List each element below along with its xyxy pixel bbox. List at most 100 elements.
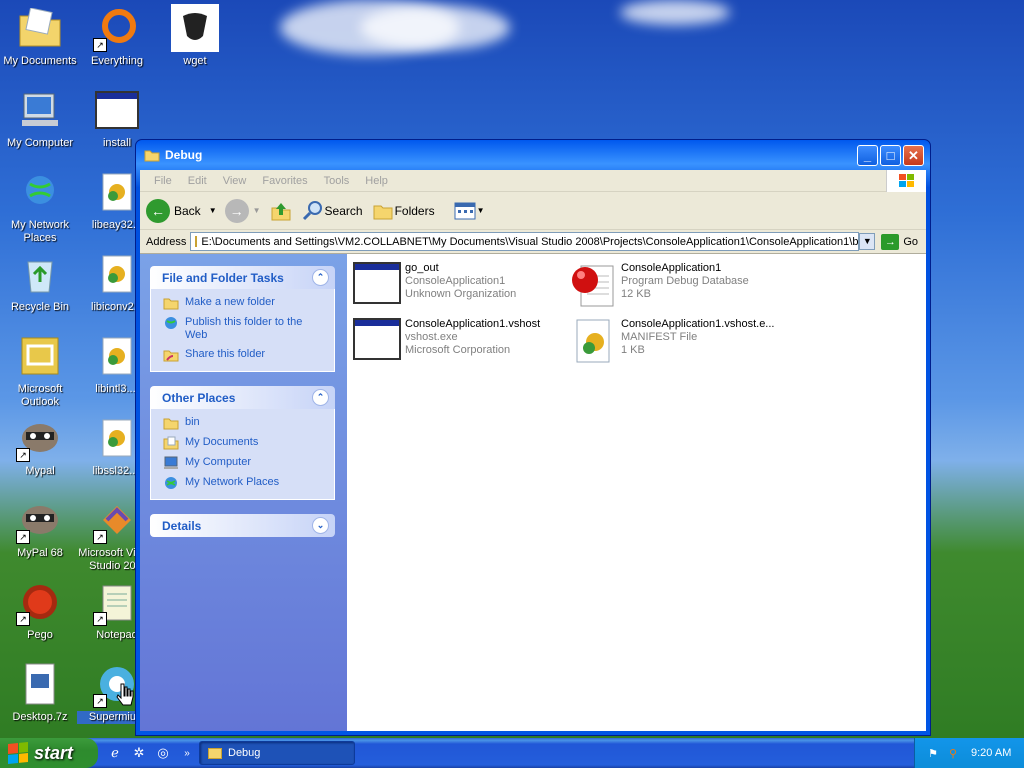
outlook-icon bbox=[16, 332, 64, 380]
more-chevron-icon[interactable]: » bbox=[178, 744, 196, 762]
menu-help[interactable]: Help bbox=[357, 175, 396, 187]
file-item-vshost-manifest[interactable]: ConsoleApplication1.vshost.e... MANIFEST… bbox=[569, 318, 789, 366]
browser-quicklaunch-icon[interactable]: ◎ bbox=[154, 744, 172, 762]
shortcut-arrow-icon: ↗ bbox=[93, 530, 107, 544]
close-button[interactable]: ✕ bbox=[903, 144, 924, 166]
desktop-icon-everything[interactable]: ↗ Everything bbox=[77, 4, 157, 68]
console-app-icon bbox=[353, 318, 401, 366]
pdb-icon bbox=[569, 262, 617, 310]
start-button[interactable]: start bbox=[0, 738, 98, 768]
raccoon-icon: ↗ bbox=[16, 414, 64, 462]
file-item-vshost[interactable]: ConsoleApplication1.vshost vshost.exe Mi… bbox=[353, 318, 573, 366]
search-icon bbox=[302, 200, 322, 220]
file-folder-tasks-panel: File and Folder Tasks ⌃ Make a new folde… bbox=[150, 266, 335, 372]
console-app-icon bbox=[353, 262, 401, 310]
forward-button[interactable]: → ▼ bbox=[224, 198, 261, 223]
search-button[interactable]: Search bbox=[301, 199, 363, 223]
taskbar: start ℯ ✲ ◎ » Debug ⚑ ⚲ 9:20 AM bbox=[0, 738, 1024, 768]
new-folder-icon bbox=[163, 296, 179, 310]
computer-icon bbox=[16, 86, 64, 134]
search-label: Search bbox=[324, 203, 363, 218]
dll-gear-icon bbox=[93, 168, 141, 216]
collapse-chevron-icon[interactable]: ⌃ bbox=[312, 389, 329, 406]
menu-edit[interactable]: Edit bbox=[180, 175, 215, 187]
views-icon bbox=[454, 202, 476, 219]
task-publish-to-web[interactable]: Publish this folder to the Web bbox=[163, 316, 324, 342]
wget-gnu-icon bbox=[171, 4, 219, 52]
hand-cursor-icon bbox=[116, 683, 134, 706]
desktop-icon-my-documents[interactable]: My Documents bbox=[0, 4, 80, 68]
menu-favorites[interactable]: Favorites bbox=[254, 175, 315, 187]
network-icon bbox=[163, 476, 179, 490]
minimize-button[interactable]: _ bbox=[857, 144, 878, 166]
go-button[interactable]: → Go bbox=[881, 233, 918, 250]
address-dropdown-button[interactable]: ▼ bbox=[859, 233, 876, 250]
file-item-consoleapplication1-pdb[interactable]: ConsoleApplication1 Program Debug Databa… bbox=[569, 262, 789, 310]
dll-gear-icon bbox=[93, 332, 141, 380]
back-dropdown-icon[interactable]: ▼ bbox=[209, 206, 217, 215]
folder-icon bbox=[144, 150, 160, 162]
other-places-header[interactable]: Other Places ⌃ bbox=[150, 386, 335, 409]
manifest-icon bbox=[569, 318, 617, 366]
up-folder-button[interactable] bbox=[269, 199, 293, 223]
expand-chevron-icon[interactable]: ⌄ bbox=[312, 517, 329, 534]
pego-red-ball-icon: ↗ bbox=[16, 578, 64, 626]
desktop-icon-my-computer[interactable]: My Computer bbox=[0, 86, 80, 150]
menu-file[interactable]: File bbox=[146, 175, 180, 187]
window-body: File and Folder Tasks ⌃ Make a new folde… bbox=[140, 254, 926, 731]
other-places-panel: Other Places ⌃ bin My Documents My Compu… bbox=[150, 386, 335, 500]
collapse-chevron-icon[interactable]: ⌃ bbox=[312, 269, 329, 286]
visual-studio-icon: ↗ bbox=[93, 496, 141, 544]
task-pane: File and Folder Tasks ⌃ Make a new folde… bbox=[140, 254, 347, 731]
task-share-folder[interactable]: Share this folder bbox=[163, 348, 324, 362]
task-make-new-folder[interactable]: Make a new folder bbox=[163, 296, 324, 310]
address-input[interactable]: E:\Documents and Settings\VM2.COLLABNET\… bbox=[190, 232, 860, 251]
go-label: Go bbox=[903, 235, 918, 248]
views-dropdown-icon: ▼ bbox=[476, 206, 485, 215]
maximize-button[interactable]: □ bbox=[880, 144, 901, 166]
folder-icon bbox=[208, 747, 222, 759]
network-globe-icon bbox=[16, 168, 64, 216]
everything-tray-icon[interactable]: ⚲ bbox=[945, 745, 961, 761]
explorer-window: Debug _ □ ✕ File Edit View Favorites Too… bbox=[135, 139, 931, 736]
place-my-documents[interactable]: My Documents bbox=[163, 436, 324, 450]
recycle-bin-icon bbox=[16, 250, 64, 298]
views-button[interactable]: ▼ bbox=[453, 201, 485, 221]
shortcut-arrow-icon: ↗ bbox=[16, 448, 30, 462]
internet-explorer-icon[interactable]: ℯ bbox=[106, 744, 124, 762]
shortcut-arrow-icon: ↗ bbox=[16, 530, 30, 544]
back-button[interactable]: ← Back ▼ bbox=[146, 198, 217, 223]
title-bar[interactable]: Debug _ □ ✕ bbox=[140, 140, 926, 170]
dll-gear-icon bbox=[93, 414, 141, 462]
up-folder-icon bbox=[271, 202, 291, 220]
my-documents-icon bbox=[163, 436, 179, 450]
forward-arrow-icon: → bbox=[224, 198, 249, 223]
taskbar-button-debug[interactable]: Debug bbox=[199, 741, 355, 765]
details-header[interactable]: Details ⌄ bbox=[150, 514, 335, 537]
file-folder-tasks-header[interactable]: File and Folder Tasks ⌃ bbox=[150, 266, 335, 289]
place-my-computer[interactable]: My Computer bbox=[163, 456, 324, 470]
folders-button[interactable]: Folders bbox=[371, 199, 435, 223]
place-my-network-places[interactable]: My Network Places bbox=[163, 476, 324, 490]
desktop-icon-mypal[interactable]: ↗ Mypal bbox=[0, 414, 80, 478]
desktop-icon-network-places[interactable]: My Network Places bbox=[0, 168, 80, 245]
forward-dropdown-icon[interactable]: ▼ bbox=[253, 206, 261, 215]
raccoon-browser-icon[interactable]: ✲ bbox=[130, 744, 148, 762]
menu-view[interactable]: View bbox=[215, 175, 255, 187]
network-tray-icon[interactable]: ⚑ bbox=[925, 745, 941, 761]
cloud bbox=[620, 0, 730, 25]
place-bin[interactable]: bin bbox=[163, 416, 324, 430]
menu-tools[interactable]: Tools bbox=[316, 175, 358, 187]
desktop-icon-wget[interactable]: wget bbox=[155, 4, 235, 68]
installer-icon bbox=[93, 86, 141, 134]
desktop-icon-desktop-7z[interactable]: Desktop.7z bbox=[0, 660, 80, 724]
desktop-icon-mypal-68[interactable]: ↗ MyPal 68 bbox=[0, 496, 80, 560]
share-folder-icon bbox=[163, 348, 179, 362]
desktop-icon-pego[interactable]: ↗ Pego bbox=[0, 578, 80, 642]
clock[interactable]: 9:20 AM bbox=[971, 747, 1011, 759]
desktop: { "desktop": { "icons": [ {"label": "My … bbox=[0, 0, 1024, 768]
system-tray: ⚑ ⚲ 9:20 AM bbox=[914, 738, 1024, 768]
file-item-go-out[interactable]: go_out ConsoleApplication1 Unknown Organ… bbox=[353, 262, 573, 310]
desktop-icon-outlook[interactable]: Microsoft Outlook bbox=[0, 332, 80, 409]
desktop-icon-recycle-bin[interactable]: Recycle Bin bbox=[0, 250, 80, 314]
